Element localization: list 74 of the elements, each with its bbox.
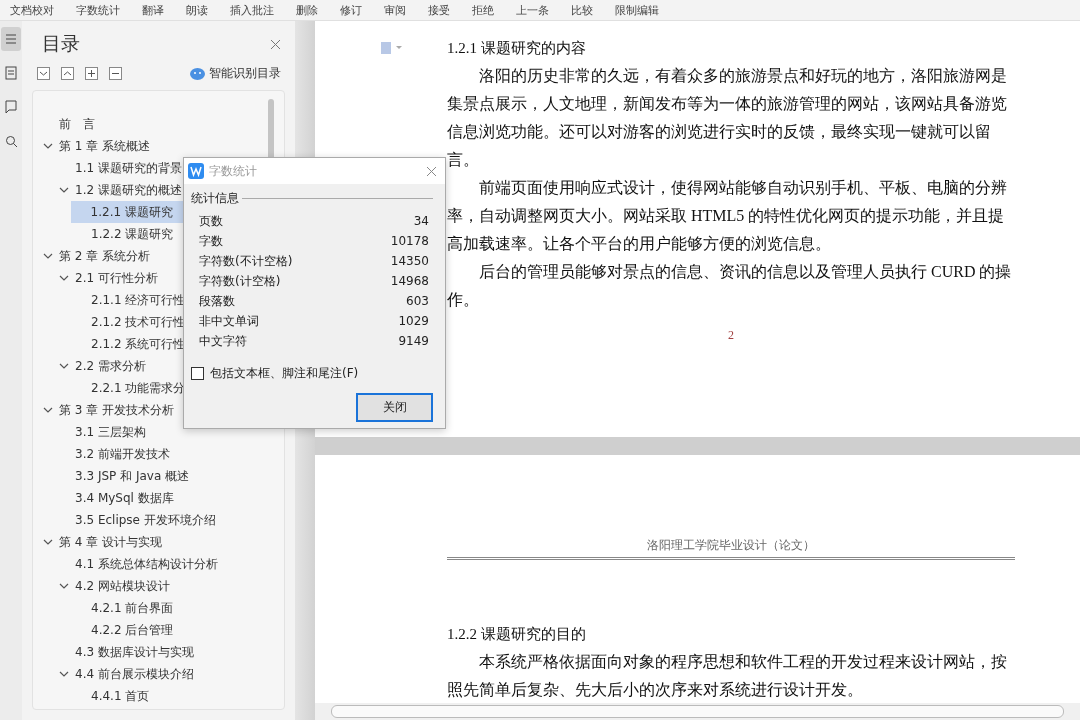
toc-item[interactable]: 4.2.1 前台界面 <box>33 597 284 619</box>
app-logo-icon <box>188 163 204 179</box>
toolbar-item[interactable]: 比较 <box>571 2 593 18</box>
toc-item[interactable]: 4.1 系统总体结构设计分析 <box>33 553 284 575</box>
chevron-icon[interactable] <box>59 669 69 679</box>
toolbar-item[interactable]: 文档校对 <box>10 2 54 18</box>
chevron-icon[interactable] <box>59 581 69 591</box>
toolbar-item[interactable]: 拒绝 <box>472 2 494 18</box>
stat-value: 10178 <box>390 234 429 248</box>
toc-item[interactable]: 3.3 JSP 和 Java 概述 <box>33 465 284 487</box>
dialog-title: 字数统计 <box>209 162 257 180</box>
toolbar-item[interactable]: 接受 <box>428 2 450 18</box>
stat-value: 1029 <box>398 314 429 328</box>
body-paragraph: 本系统严格依据面向对象的程序思想和软件工程的开发过程来设计网站，按照先简单后复杂、先大后小的次序来对系统进行设计开发。 <box>447 652 1008 701</box>
toc-item[interactable]: 4.4 前台展示模块介绍 <box>33 663 284 685</box>
toolbar-item[interactable]: 插入批注 <box>230 2 274 18</box>
close-icon[interactable] <box>426 165 437 177</box>
chevron-icon[interactable] <box>43 141 53 151</box>
chevron-icon[interactable] <box>43 405 53 415</box>
stat-value: 603 <box>406 294 429 308</box>
chevron-icon[interactable] <box>43 251 53 261</box>
panel-title: 目录 <box>42 31 80 56</box>
page-header: 洛阳理工学院毕业设计（论文） <box>447 537 1015 561</box>
toc-item[interactable]: 前 言 <box>33 113 284 135</box>
body-paragraph: 后台的管理员能够对景点的信息、资讯的信息以及管理人员执行 CURD 的操作。 <box>447 262 1013 310</box>
toolbar-item[interactable]: 字数统计 <box>76 2 120 18</box>
page-number: 2 <box>727 328 735 343</box>
section-heading: 1.2.1 课题研究的内容 <box>447 39 587 58</box>
checkbox[interactable] <box>191 367 204 380</box>
toolbar-item[interactable]: 限制编辑 <box>615 2 659 18</box>
collapse-icon[interactable] <box>37 67 50 80</box>
toc-item[interactable]: 3.1 三层架构 <box>33 421 284 443</box>
chevron-icon[interactable] <box>59 273 69 283</box>
toolbar-item[interactable]: 上一条 <box>516 2 549 18</box>
body-paragraph: 前端页面使用响应式设计，使得网站能够自动识别手机、平板、电脑的分辨率，自动调整网页大小。网站采取 HTML5 的特性优化网页的提示功能，并且提高加载速率。让各个平台的用户能够方便的浏览信息。 <box>447 178 1008 254</box>
robot-icon <box>190 67 205 80</box>
toolbar-item[interactable]: 审阅 <box>384 2 406 18</box>
stat-label: 字数 <box>199 232 223 250</box>
toc-item[interactable]: 4.4.1 首页 <box>33 685 284 707</box>
toc-item[interactable]: 第 3 章 开发技术分析 <box>33 399 284 421</box>
toc-item[interactable]: 3.2 前端开发技术 <box>33 443 284 465</box>
close-button[interactable]: 关闭 <box>356 393 433 422</box>
toolbar-item[interactable]: 修订 <box>340 2 362 18</box>
stat-label: 中文字符 <box>199 332 247 350</box>
stat-value: 14350 <box>390 254 429 268</box>
toc-item[interactable]: 4.2 网站模块设计 <box>33 575 284 597</box>
scrollbar-thumb[interactable] <box>331 705 1064 718</box>
checkbox-label[interactable]: 包括文本框、脚注和尾注(F) <box>210 365 359 382</box>
toolbar-item[interactable]: 翻译 <box>142 2 164 18</box>
toc-item[interactable]: 第 4 章 设计与实现 <box>33 531 284 553</box>
toolbar-item[interactable]: 朗读 <box>186 2 208 18</box>
stat-label: 字符数(不计空格) <box>199 252 293 270</box>
chevron-icon[interactable] <box>59 361 69 371</box>
section-heading: 1.2.2 课题研究的目的 <box>447 625 587 645</box>
body-paragraph: 洛阳的历史非常的久远，有着众多的旅游景点和好玩的地方，洛阳旅游网是集景点展示，人文地理，新闻发布等为一体的旅游管理的网站，该网站具备游览信息浏览功能。还可以对游客的浏览进行实时的反馈，最终实现一键就可以留言。 <box>447 66 1008 170</box>
toc-item[interactable]: 3.5 Eclipse 开发环境介绍 <box>33 509 284 531</box>
toc-item[interactable]: 4.2.2 后台管理 <box>33 619 284 641</box>
stat-value: 34 <box>413 214 429 228</box>
stat-label: 非中文单词 <box>199 312 259 330</box>
toc-item[interactable]: 4.3 数据库设计与实现 <box>33 641 284 663</box>
chevron-icon[interactable] <box>59 185 69 195</box>
toolbar-item[interactable]: 删除 <box>296 2 318 18</box>
toc-item[interactable]: 3.4 MySql 数据库 <box>33 487 284 509</box>
stat-value: 9149 <box>398 334 429 348</box>
stat-value: 14968 <box>390 274 429 288</box>
smart-toc-button[interactable]: 智能识别目录 <box>190 65 281 82</box>
chevron-icon[interactable] <box>43 537 53 547</box>
expand-icon[interactable] <box>61 67 74 80</box>
plus-icon[interactable] <box>85 67 98 80</box>
toc-item[interactable]: 第 1 章 系统概述 <box>33 135 284 157</box>
stat-label: 字符数(计空格) <box>199 272 281 290</box>
stat-label: 段落数 <box>199 292 235 310</box>
close-icon[interactable] <box>270 38 281 50</box>
minus-icon[interactable] <box>109 67 122 80</box>
